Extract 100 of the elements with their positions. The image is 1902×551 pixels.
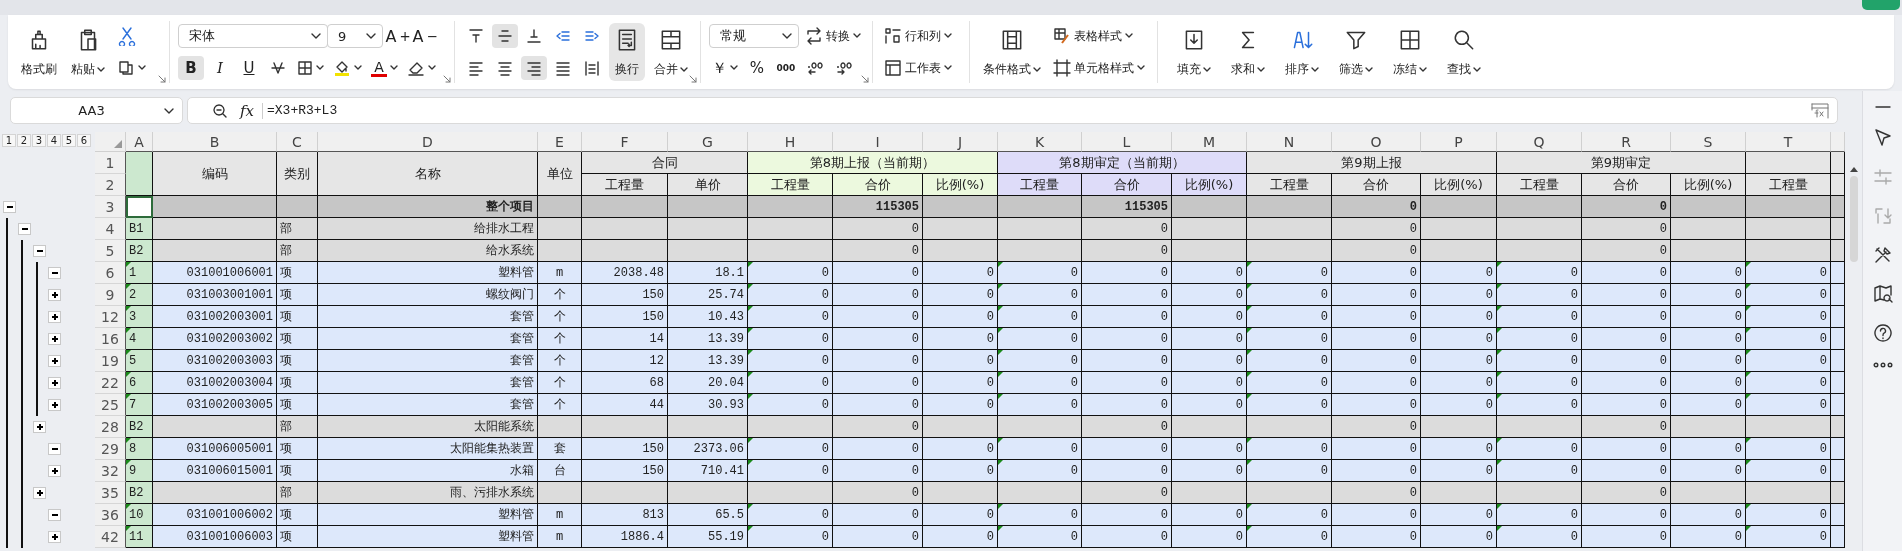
outline-level-button[interactable]: 3 [32,134,46,147]
row-header[interactable]: 4 [95,218,126,240]
row-header[interactable]: 25 [95,394,126,416]
minimize-icon[interactable] [1874,105,1891,109]
row-header[interactable]: 2 [95,174,126,196]
outline-toggle[interactable] [48,333,61,345]
pointer-icon[interactable] [1872,128,1893,148]
outline-toggle[interactable] [48,355,61,367]
thousands-button[interactable]: 000 [773,56,799,80]
row-header[interactable]: 22 [95,372,126,394]
editing-button[interactable]: 查找 [1442,23,1486,81]
editing-button[interactable]: 排序 [1280,23,1324,81]
column-header[interactable]: E [538,132,582,152]
outline-toggle[interactable] [48,399,61,411]
outline-toggle[interactable] [48,443,61,455]
worksheet-button[interactable]: 工作表 [881,56,955,80]
column-header[interactable]: B [153,132,277,152]
column-header[interactable]: S [1671,132,1746,152]
formula-field[interactable]: fx =X3+R3+L3 [187,97,1838,124]
outline-toggle[interactable] [48,465,61,477]
outline-toggle[interactable] [3,201,16,213]
row-header[interactable]: 5 [95,240,126,262]
column-header[interactable]: F [582,132,668,152]
row-header[interactable]: 28 [95,416,126,438]
column-header[interactable]: I [833,132,923,152]
convert-button[interactable]: 转换 [802,24,864,48]
editing-button[interactable]: 冻结 [1388,23,1432,81]
column-header[interactable]: C [277,132,318,152]
column-header[interactable]: J [923,132,998,152]
dialog-launcher-icon[interactable] [443,75,451,83]
font-style-button[interactable]: U [236,56,262,80]
paste-button[interactable]: 粘贴 [66,23,110,81]
column-header[interactable]: K [998,132,1082,152]
currency-button[interactable]: ￥ [709,56,741,80]
row-header[interactable]: 29 [95,438,126,460]
outline-toggle[interactable] [48,509,61,521]
outline-level-button[interactable]: 4 [47,134,61,147]
more-icon[interactable] [1872,362,1893,368]
column-header[interactable]: N [1247,132,1332,152]
conditional-format-button[interactable]: 条件格式 [978,23,1046,81]
outline-toggle[interactable] [33,487,46,499]
column-header[interactable]: O [1332,132,1421,152]
sliders-icon[interactable] [1872,167,1893,187]
font-style-button[interactable]: B [178,56,204,80]
percent-button[interactable]: % [744,56,770,80]
row-header[interactable]: 19 [95,350,126,372]
merge-button[interactable]: 合并 [649,23,693,81]
row-header[interactable]: 3 [95,196,126,218]
row-header[interactable]: 35 [95,482,126,504]
outline-toggle[interactable] [48,311,61,323]
row-header[interactable]: 32 [95,460,126,482]
outline-toggle[interactable] [48,377,61,389]
editing-button[interactable]: 求和 [1226,23,1270,81]
font-size-select[interactable]: 9 [327,24,383,48]
row-header[interactable]: 16 [95,328,126,350]
alignment-button[interactable] [521,56,547,80]
column-header[interactable]: L [1082,132,1172,152]
cell-style-button[interactable]: 单元格样式 [1050,56,1148,80]
number-format-select[interactable]: 常规 [709,24,799,48]
column-header[interactable]: R [1582,132,1671,152]
zoom-out-icon[interactable] [212,102,228,119]
column-header[interactable]: H [748,132,833,152]
column-header[interactable]: A [126,132,153,152]
font-color-button[interactable]: A [368,56,401,80]
dialog-launcher-icon[interactable] [861,75,869,83]
row-header[interactable]: 12 [95,306,126,328]
outline-level-button[interactable]: 1 [2,134,16,147]
rows-columns-button[interactable]: 行和列 [881,24,955,48]
outline-level-button[interactable]: 6 [77,134,91,147]
scrollbar-thumb[interactable] [1849,176,1858,262]
row-header[interactable]: 6 [95,262,126,284]
column-header[interactable]: P [1421,132,1497,152]
row-header[interactable]: 36 [95,504,126,526]
outline-toggle[interactable] [33,245,46,257]
wrap-text-button[interactable]: 换行 [609,23,645,81]
outline-toggle[interactable] [33,421,46,433]
function-button[interactable]: fx [240,101,254,120]
table-style-button[interactable]: 表格样式 [1050,24,1148,48]
name-box[interactable]: AA3 [10,97,183,124]
alignment-button[interactable] [492,24,518,48]
outline-level-button[interactable]: 5 [62,134,76,147]
editing-button[interactable]: 填充 [1172,23,1216,81]
help-icon[interactable] [1872,323,1893,343]
outline-toggle[interactable] [18,223,31,235]
outline-toggle[interactable] [48,289,61,301]
outline-toggle[interactable] [48,531,61,543]
format-painter-button[interactable]: 格式刷 [16,23,62,81]
function-box-icon[interactable] [1811,102,1829,119]
dialog-launcher-icon[interactable] [689,75,697,83]
column-header[interactable]: G [668,132,748,152]
outline-level-button[interactable]: 2 [17,134,31,147]
column-header[interactable]: M [1172,132,1247,152]
row-header[interactable]: 1 [95,152,126,174]
row-header[interactable]: 42 [95,526,126,548]
column-header[interactable]: Q [1497,132,1582,152]
row-header[interactable]: 9 [95,284,126,306]
dialog-launcher-icon[interactable] [158,75,166,83]
column-header[interactable]: T [1746,132,1831,152]
column-header[interactable] [1831,132,1845,152]
column-header[interactable]: D [318,132,538,152]
